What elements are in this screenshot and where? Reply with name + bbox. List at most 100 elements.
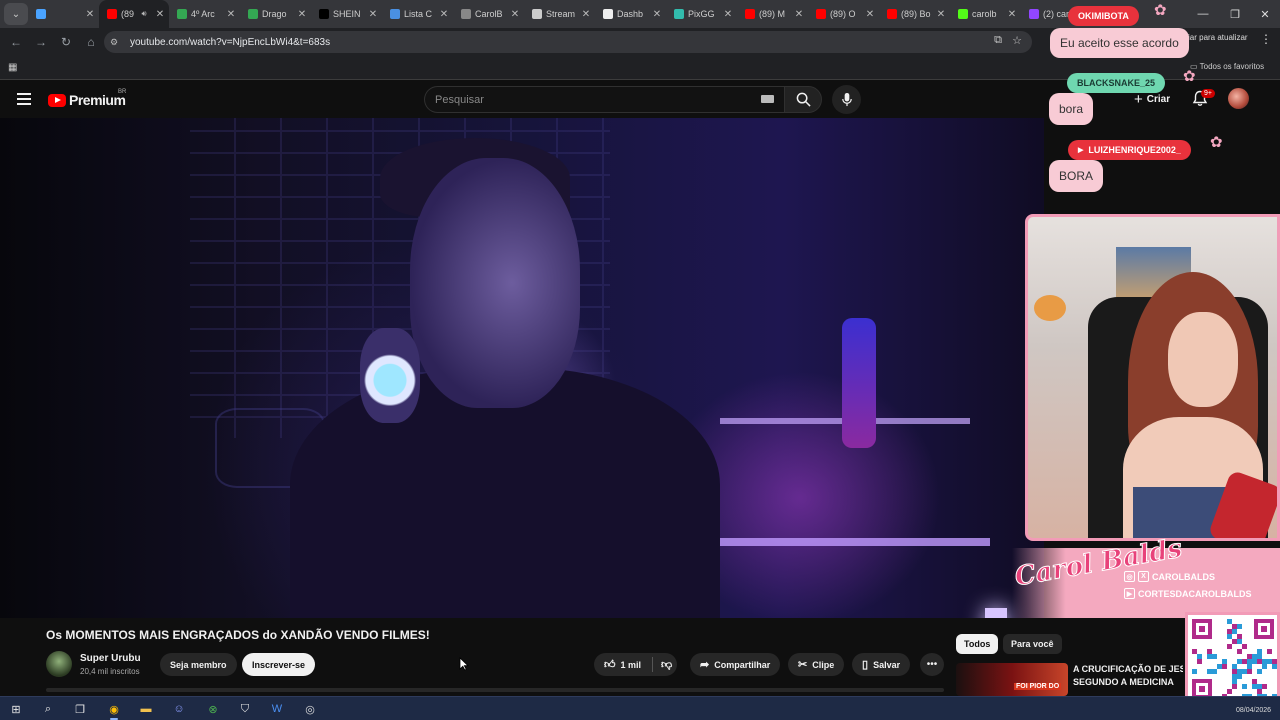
apps-grid-icon[interactable]: ▦ [8, 62, 17, 73]
guide-menu-icon[interactable] [17, 93, 31, 105]
social-handle: ▶ CORTESDACAROLBALDS [1124, 588, 1252, 599]
x-icon: X [1138, 571, 1149, 582]
subscribe-button[interactable]: Inscrever-se [242, 653, 316, 676]
browser-tab[interactable]: Lista C ✕ [382, 0, 453, 28]
close-tab-icon[interactable]: ✕ [723, 9, 733, 20]
reload-button[interactable]: ↻ [54, 30, 78, 54]
close-tab-icon[interactable]: ✕ [155, 9, 165, 20]
discord-icon[interactable]: ☺ [170, 700, 188, 718]
close-tab-icon[interactable]: ✕ [297, 9, 307, 20]
recommended-video-thumbnail[interactable] [956, 663, 1068, 696]
close-tab-icon[interactable]: ✕ [1007, 9, 1017, 20]
chat-username: LUIZHENRIQUE2002_ [1088, 145, 1181, 155]
close-tab-icon[interactable]: ✕ [510, 9, 520, 20]
bookmark-star-icon[interactable]: ☆ [1012, 34, 1022, 47]
obs-icon[interactable]: ◎ [301, 700, 319, 718]
minimize-button[interactable]: — [1188, 0, 1218, 28]
file-explorer-icon[interactable]: ▬ [137, 700, 155, 718]
chrome-icon[interactable]: ◉ [105, 700, 123, 720]
close-tab-icon[interactable]: ✕ [85, 9, 95, 20]
instagram-icon: ◎ [1124, 571, 1135, 582]
close-tab-icon[interactable]: ✕ [794, 9, 804, 20]
close-tab-icon[interactable]: ✕ [581, 9, 591, 20]
browser-tab[interactable]: ✕ [28, 0, 99, 28]
tab-search-button[interactable]: ⌄ [4, 3, 28, 25]
keyboard-icon[interactable] [761, 95, 774, 103]
xbox-icon[interactable]: ⊗ [204, 700, 222, 718]
browser-tab[interactable]: (89 🔊︎ ✕ [99, 0, 169, 28]
chat-message-bubble: BORA [1049, 160, 1104, 192]
word-icon[interactable]: W [268, 700, 286, 718]
share-button[interactable]: ➦ Compartilhar [690, 653, 781, 676]
site-info-icon[interactable]: ⚙ [110, 37, 124, 48]
join-button[interactable]: Seja membro [160, 653, 237, 676]
chip-all[interactable]: Todos [956, 634, 999, 654]
security-icon[interactable]: ⛉ [236, 700, 254, 718]
close-tab-icon[interactable]: ✕ [936, 9, 946, 20]
browser-tab[interactable]: (89) Bo ✕ [879, 0, 950, 28]
account-avatar[interactable] [1228, 88, 1249, 109]
browser-tab[interactable]: 4º Arc ✕ [169, 0, 240, 28]
install-icon[interactable]: ⧉ [994, 34, 1002, 47]
social-handle: ◎ X CAROLBALDS [1124, 571, 1215, 582]
back-button[interactable]: ← [4, 30, 28, 54]
browser-tab[interactable]: (89) O ✕ [808, 0, 879, 28]
browser-tab[interactable]: CarolB ✕ [453, 0, 524, 28]
maximize-button[interactable]: ❐ [1220, 0, 1250, 28]
search-button[interactable] [784, 86, 822, 113]
tab-title: CarolB [475, 9, 503, 19]
browser-tab[interactable]: Stream ✕ [524, 0, 595, 28]
microphone-icon [841, 92, 852, 107]
windows-start-icon[interactable]: ⊞ [7, 700, 25, 718]
home-button[interactable]: ⌂ [79, 30, 103, 54]
video-player[interactable] [0, 118, 1044, 618]
audio-playing-icon[interactable]: 🔊︎ [139, 9, 149, 19]
close-tab-icon[interactable]: ✕ [439, 9, 449, 20]
browser-tab[interactable]: Dashb ✕ [595, 0, 666, 28]
recommended-video-title[interactable]: A CRUCIFICAÇÃO DE JESUS SEGUNDO A MEDICI… [1073, 663, 1183, 689]
youtube-premium-logo[interactable]: Premium BR [48, 89, 126, 108]
browser-tab[interactable]: carolb ✕ [950, 0, 1021, 28]
update-button[interactable]: ciar para atualizar [1184, 33, 1248, 42]
create-label: Criar [1146, 94, 1171, 105]
globe-icon [461, 9, 471, 19]
tab-title: PixGG [688, 9, 715, 19]
chat-username-tag: OKIMIBOTA [1068, 6, 1139, 26]
subscriber-count: 20,4 mil inscritos [80, 667, 140, 676]
logo-text: Premium [69, 92, 126, 108]
browser-tab[interactable]: Drago ✕ [240, 0, 311, 28]
tab-title: (89) Bo [901, 9, 931, 19]
close-tab-icon[interactable]: ✕ [652, 9, 662, 20]
dislike-button[interactable]: 👎︎ [653, 653, 680, 676]
browser-tab[interactable]: (89) M ✕ [737, 0, 808, 28]
voice-search-button[interactable] [832, 85, 861, 114]
clip-button[interactable]: ✂ Clipe [788, 653, 845, 676]
chip-for-you[interactable]: Para você [1003, 634, 1062, 654]
twitch-icon [1029, 9, 1039, 19]
flower-icon: ✿ [1154, 2, 1167, 19]
address-bar[interactable]: ⚙ youtube.com/watch?v=NjpEncLbWi4&t=683s… [104, 31, 1032, 53]
all-favorites-link[interactable]: ▭ Todos os favoritos [1190, 62, 1264, 71]
more-actions-button[interactable]: ••• [920, 653, 944, 676]
search-placeholder: Pesquisar [435, 93, 484, 106]
forward-button[interactable]: → [29, 30, 53, 54]
browser-tab[interactable]: PixGG ✕ [666, 0, 737, 28]
close-tab-icon[interactable]: ✕ [865, 9, 875, 20]
search-input[interactable]: Pesquisar [424, 86, 786, 113]
taskbar-date: 08/04/2026 [1236, 707, 1272, 714]
youtube-icon: ▶ [1078, 147, 1084, 154]
bookmark-icon: ▯ [862, 659, 869, 671]
close-tab-icon[interactable]: ✕ [226, 9, 236, 20]
dashboard-icon [603, 9, 613, 19]
browser-menu-icon[interactable]: ⋮ [1260, 32, 1272, 46]
channel-name[interactable]: Super Urubu [80, 653, 141, 664]
task-view-icon[interactable]: ❐ [71, 700, 89, 718]
description-box[interactable] [46, 688, 944, 692]
browser-tab[interactable]: SHEIN ✕ [311, 0, 382, 28]
search-icon[interactable]: ⌕ [39, 700, 57, 718]
channel-avatar[interactable] [46, 651, 72, 677]
tab-title: SHEIN [333, 9, 361, 19]
close-window-button[interactable]: ✕ [1250, 0, 1280, 28]
save-button[interactable]: ▯ Salvar [852, 653, 911, 676]
close-tab-icon[interactable]: ✕ [368, 9, 378, 20]
